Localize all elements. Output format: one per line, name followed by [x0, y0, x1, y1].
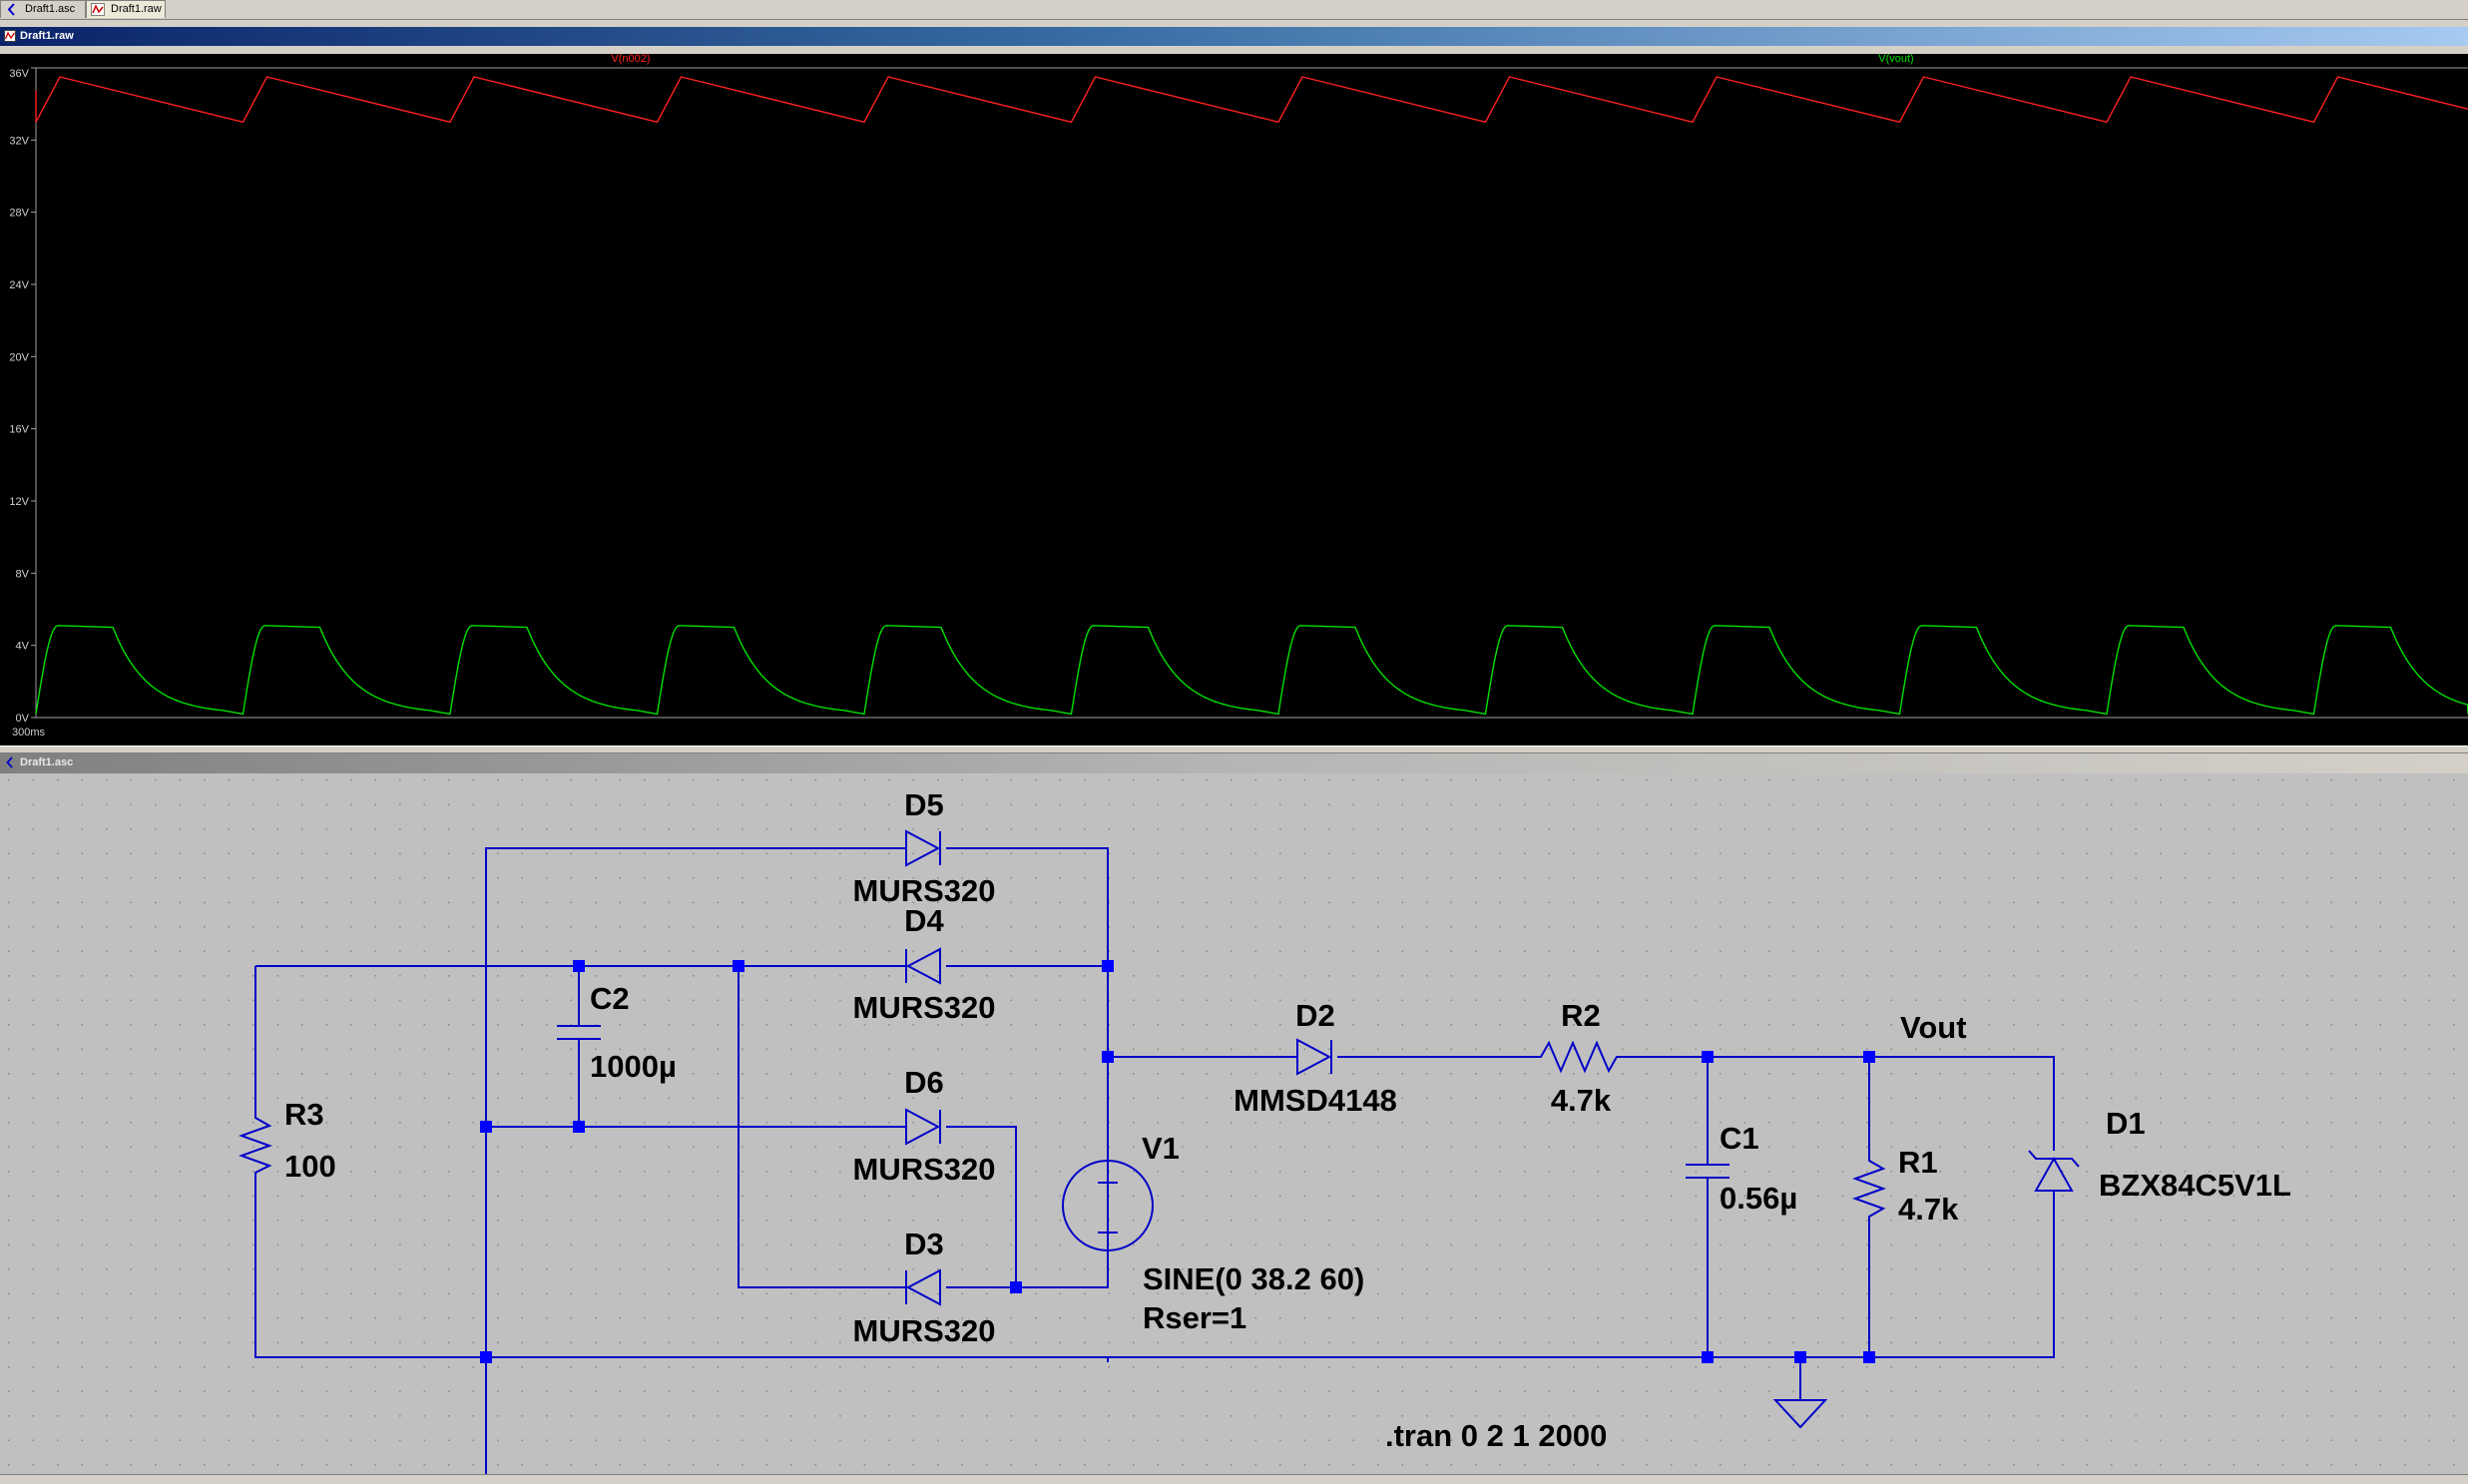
x-start-label: 300ms — [12, 727, 46, 739]
d5-name[interactable]: D5 — [904, 787, 944, 822]
schematic-pane[interactable]: D5 MURS320 D4 MURS320 D6 MURS320 D3 MURS… — [0, 773, 2468, 1484]
d1-name[interactable]: D1 — [2106, 1106, 2146, 1141]
schematic-window-title: Draft1.asc — [20, 756, 74, 768]
y-tick-label: 0V — [16, 713, 30, 725]
vout-net-label[interactable]: Vout — [1900, 1010, 1967, 1045]
plot-background — [0, 54, 2468, 745]
tab-label: Draft1.asc — [25, 3, 76, 15]
schematic-window-titlebar[interactable]: Draft1.asc — [0, 753, 2468, 773]
y-tick-label: 16V — [9, 424, 29, 436]
schematic-icon — [7, 3, 15, 16]
c2-name[interactable]: C2 — [590, 981, 630, 1016]
d2-value[interactable]: MMSD4148 — [1234, 1083, 1397, 1118]
status-bar — [0, 1474, 2468, 1484]
v1-name[interactable]: V1 — [1142, 1131, 1180, 1166]
y-tick-label: 20V — [9, 351, 29, 363]
r1-value[interactable]: 4.7k — [1898, 1192, 1959, 1227]
tab-label: Draft1.raw — [111, 3, 162, 15]
plot-window-titlebar[interactable]: Draft1.raw — [0, 27, 2468, 46]
tab-draft1-raw[interactable]: Draft1.raw — [86, 0, 166, 18]
tab-draft1-asc[interactable]: Draft1.asc — [0, 0, 86, 18]
y-tick-label: 24V — [9, 279, 29, 291]
r2-value[interactable]: 4.7k — [1551, 1083, 1612, 1118]
schematic-canvas[interactable]: D5 MURS320 D4 MURS320 D6 MURS320 D3 MURS… — [0, 773, 2468, 1484]
document-tab-strip: Draft1.asc Draft1.raw — [0, 0, 2468, 20]
r1-name[interactable]: R1 — [1898, 1145, 1938, 1180]
y-tick-label: 32V — [9, 135, 29, 147]
schematic-icon — [6, 756, 13, 768]
r3-name[interactable]: R3 — [284, 1097, 324, 1132]
spice-directive[interactable]: .tran 0 2 1 2000 — [1385, 1418, 1607, 1453]
d2-name[interactable]: D2 — [1295, 998, 1335, 1033]
y-tick-label: 4V — [16, 641, 30, 653]
v1-rser[interactable]: Rser=1 — [1143, 1300, 1246, 1335]
waveform-chart[interactable]: 0V 4V 8V 12V 16V 20V 24V 28V 32V 36V V(n002) V(vo… — [0, 53, 2468, 745]
y-tick-label: 8V — [16, 568, 30, 580]
waveform-plot-pane[interactable]: 0V 4V 8V 12V 16V 20V 24V 28V 32V 36V V(n002) V(vo… — [0, 53, 2468, 745]
c1-value[interactable]: 0.56µ — [1720, 1181, 1797, 1216]
y-tick-label: 36V — [9, 68, 29, 80]
d3-value[interactable]: MURS320 — [853, 1313, 996, 1348]
r2-name[interactable]: R2 — [1561, 998, 1601, 1033]
c2-value[interactable]: 1000µ — [590, 1049, 677, 1084]
d6-value[interactable]: MURS320 — [853, 1152, 996, 1187]
v1-value[interactable]: SINE(0 38.2 60) — [1143, 1261, 1364, 1296]
legend-vn002[interactable]: V(n002) — [611, 53, 650, 65]
d3-name[interactable]: D3 — [904, 1227, 944, 1261]
d1-value[interactable]: BZX84C5V1L — [2099, 1168, 2291, 1203]
schematic-grid — [0, 773, 2468, 1474]
d4-value[interactable]: MURS320 — [853, 990, 996, 1025]
r3-value[interactable]: 100 — [284, 1149, 336, 1184]
d6-name[interactable]: D6 — [904, 1065, 944, 1100]
waveform-icon — [91, 3, 105, 16]
pane-splitter[interactable] — [0, 745, 2468, 753]
y-tick-label: 28V — [9, 208, 29, 220]
waveform-icon — [4, 30, 16, 42]
plot-window-title: Draft1.raw — [20, 30, 74, 42]
y-tick-label: 12V — [9, 496, 29, 508]
c1-name[interactable]: C1 — [1720, 1121, 1759, 1156]
legend-vout[interactable]: V(vout) — [1878, 53, 1913, 65]
d4-name[interactable]: D4 — [904, 903, 944, 938]
